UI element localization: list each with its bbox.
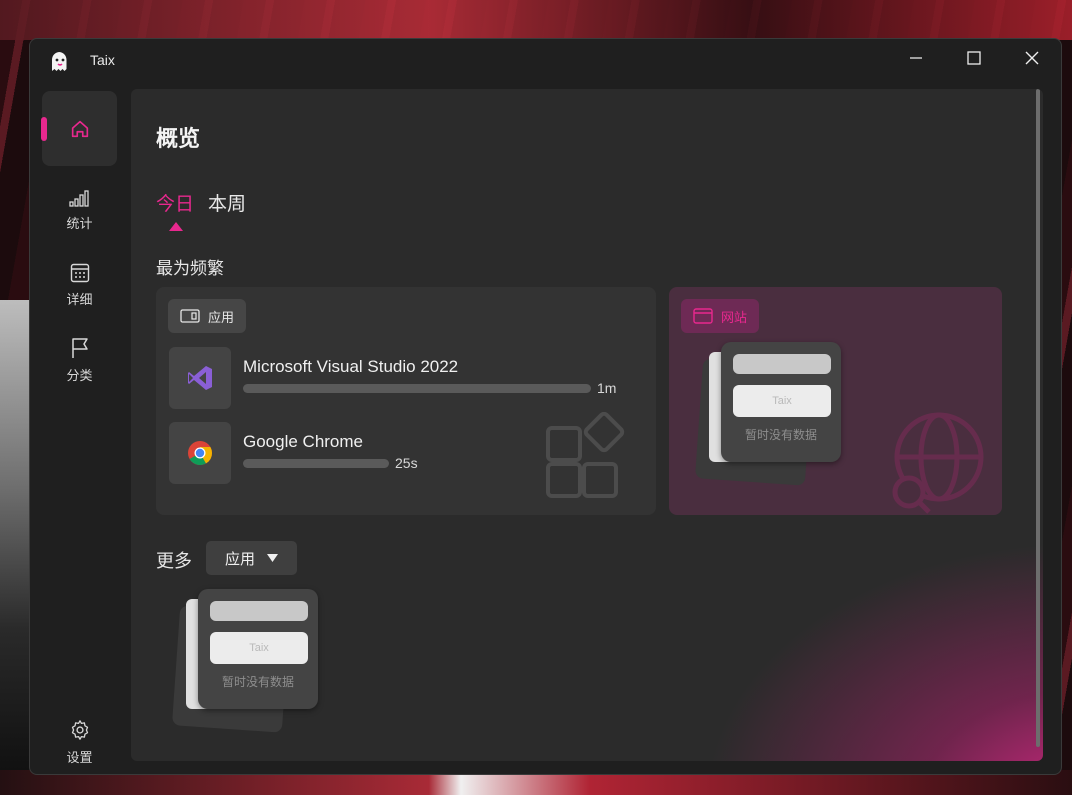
calendar-icon	[70, 263, 89, 283]
flag-icon	[71, 338, 88, 358]
close-icon	[1025, 51, 1039, 65]
ghost-logo-icon	[52, 52, 67, 71]
empty-placeholder-logo: Taix	[210, 632, 308, 664]
maximize-button[interactable]	[945, 39, 1003, 77]
apps-watermark-icon	[546, 412, 625, 498]
app-icon-box	[169, 347, 231, 409]
more-label: 更多	[156, 551, 192, 572]
title-bar[interactable]: Taix	[30, 39, 1061, 83]
browser-window-icon	[693, 308, 713, 324]
empty-state: Taix 暂时没有数据	[694, 342, 849, 492]
app-icon-box	[169, 422, 231, 484]
window-title: Taix	[90, 52, 115, 68]
tab-today[interactable]: 今日	[156, 189, 194, 216]
apps-chip[interactable]: 应用	[168, 299, 247, 333]
empty-illustration-card: Taix 暂时没有数据	[721, 342, 841, 462]
sidebar-item-label: 统计	[66, 217, 93, 232]
sidebar-item-category[interactable]: 分类	[42, 323, 117, 398]
scrollbar-thumb[interactable]	[1036, 89, 1040, 747]
app-window-icon	[180, 309, 200, 323]
wallpaper-stripe	[0, 0, 1072, 40]
app-name: Google Chrome	[243, 432, 364, 451]
close-button[interactable]	[1003, 39, 1061, 77]
active-tab-indicator	[169, 222, 183, 231]
minimize-button[interactable]	[887, 39, 945, 77]
dropdown-value: 应用	[224, 549, 255, 568]
usage-bar	[243, 384, 591, 393]
section-title-frequent: 最为频繁	[156, 259, 224, 279]
sidebar-item-stats[interactable]: 统计	[42, 173, 117, 248]
minimize-icon	[910, 57, 922, 59]
frequent-websites-card: 网站 Taix 暂时没有数据	[669, 287, 1002, 515]
sidebar: 统计 详细 分类 设置	[30, 83, 130, 774]
active-indicator	[41, 117, 47, 141]
empty-caption: 暂时没有数据	[744, 428, 817, 442]
sidebar-item-label: 详细	[66, 293, 93, 308]
main-content: 概览 今日 本周 最为频繁 应用 Microsoft Visual Studio…	[131, 89, 1043, 761]
tab-week[interactable]: 本周	[208, 189, 246, 216]
chip-label: 应用	[208, 310, 235, 326]
usage-value: 25s	[395, 455, 418, 471]
sidebar-item-details[interactable]: 详细	[42, 248, 117, 323]
sidebar-item-settings[interactable]: 设置	[42, 705, 117, 774]
frequent-apps-card: 应用 Microsoft Visual Studio 2022 1m Googl…	[156, 287, 656, 515]
gear-icon	[71, 720, 88, 740]
visual-studio-icon	[188, 366, 212, 390]
app-window: Taix 统计 详细 分类 设置 概览 今日 本周 最为频繁 应用 Micros…	[29, 38, 1062, 775]
accent-glow	[703, 541, 1043, 761]
sidebar-item-label: 设置	[66, 751, 93, 766]
usage-value: 1m	[597, 380, 617, 396]
category-dropdown[interactable]: 应用	[206, 541, 297, 575]
app-name: Microsoft Visual Studio 2022	[243, 357, 459, 376]
usage-bar	[243, 459, 389, 468]
empty-illustration-card: Taix 暂时没有数据	[198, 589, 318, 709]
sidebar-item-overview[interactable]	[41, 91, 117, 166]
empty-state: Taix 暂时没有数据	[171, 589, 326, 739]
sidebar-item-label: 分类	[66, 369, 93, 384]
chip-label: 网站	[721, 310, 748, 326]
page-title: 概览	[156, 127, 201, 152]
empty-placeholder-bar	[210, 601, 308, 621]
empty-placeholder-logo: Taix	[733, 385, 831, 417]
globe-search-watermark-icon	[892, 412, 984, 514]
caret-down-icon	[267, 554, 278, 562]
websites-chip[interactable]: 网站	[681, 299, 760, 333]
list-item[interactable]: Microsoft Visual Studio 2022 1m	[169, 347, 639, 409]
scrollbar[interactable]	[1034, 89, 1040, 747]
empty-caption: 暂时没有数据	[221, 675, 294, 689]
home-icon	[71, 120, 88, 137]
maximize-icon	[967, 51, 981, 65]
empty-placeholder-bar	[733, 354, 831, 374]
signal-bars-icon	[68, 190, 89, 207]
chrome-icon	[188, 441, 212, 466]
